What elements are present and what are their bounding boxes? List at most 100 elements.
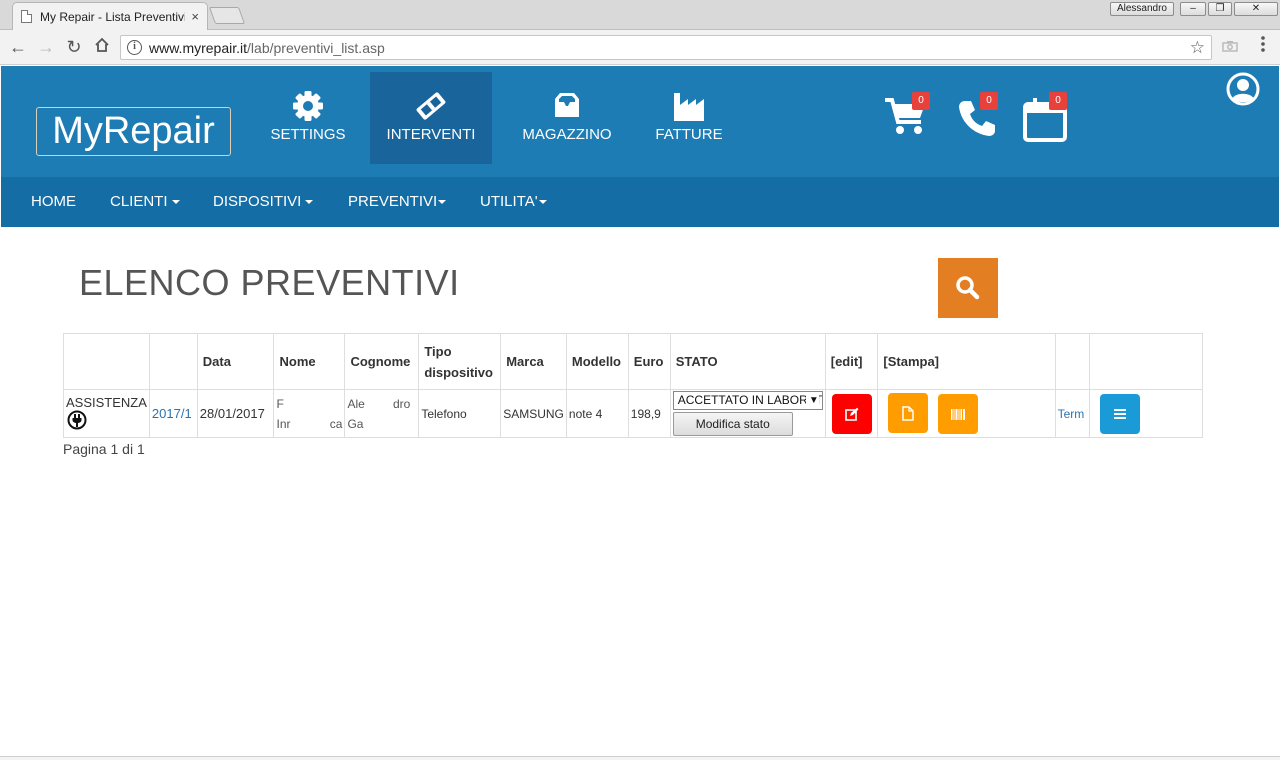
url-host: www.myrepair.it	[149, 39, 248, 56]
nome-line: ca	[329, 416, 343, 431]
nome-line: F	[276, 396, 284, 411]
factory-icon	[674, 93, 704, 121]
cognome-line: dro	[392, 396, 411, 411]
browser-bottom-edge	[0, 756, 1280, 760]
column-header-euro[interactable]: Euro	[627, 333, 671, 390]
column-header-data[interactable]: Data	[196, 333, 275, 390]
numero-cell[interactable]: 2017/1	[148, 389, 198, 438]
nav-fatture[interactable]: FATTURE	[646, 72, 732, 164]
chevron-down-icon	[305, 200, 314, 205]
window-user-badge[interactable]: Alessandro	[1109, 2, 1174, 16]
subnav-home[interactable]: HOME	[31, 177, 76, 227]
column-header-modello[interactable]: Modello	[565, 333, 629, 390]
nav-interventi-label: INTERVENTI	[386, 126, 476, 143]
plug-icon	[67, 410, 87, 430]
euro-cell: 198,9	[627, 389, 671, 438]
column-header-tipo-dispositivo[interactable]: Tipo dispositivo	[418, 333, 502, 390]
stato-select[interactable]: ACCETTATO IN LABORATORIO ▼	[672, 391, 823, 410]
nav-settings[interactable]: SETTINGS	[262, 72, 354, 164]
inbox-icon	[555, 93, 579, 117]
column-header-nome[interactable]: Nome	[273, 333, 346, 390]
column-header	[1054, 333, 1090, 390]
barcode-icon	[951, 408, 966, 420]
search-icon	[956, 276, 980, 300]
nome-cell: F Inr ca	[273, 389, 346, 438]
document-icon	[902, 405, 915, 421]
cart-button[interactable]: 0	[883, 92, 933, 144]
forward-arrow-icon[interactable]: →	[32, 37, 60, 58]
browser-tab[interactable]: My Repair - Lista Preventivi ×	[12, 2, 208, 30]
nome-line: Inr	[276, 416, 291, 431]
nav-settings-label: SETTINGS	[270, 126, 346, 143]
subnav-dispositivi-label: DISPOSITIVI	[213, 193, 302, 210]
phone-button[interactable]: 0	[957, 92, 1007, 144]
camera-icon[interactable]	[1222, 39, 1238, 55]
preventivi-table: Data Nome Cognome Tipo dispositivo Marca…	[63, 333, 1203, 438]
cognome-line: Ale	[347, 396, 365, 411]
term-link[interactable]: Term	[1058, 407, 1085, 421]
window-restore-button[interactable]: ❐	[1208, 2, 1232, 16]
print-document-button[interactable]	[888, 393, 929, 433]
user-circle-icon[interactable]	[1226, 72, 1260, 111]
modifica-stato-button[interactable]: Modifica stato	[672, 412, 793, 436]
hamburger-icon	[1113, 408, 1126, 419]
chevron-down-icon	[438, 200, 447, 205]
column-header-cognome[interactable]: Cognome	[344, 333, 420, 390]
subnav-utilita[interactable]: UTILITA'	[480, 177, 547, 227]
print-barcode-button[interactable]	[938, 394, 979, 434]
row-menu-button[interactable]	[1099, 393, 1140, 434]
nav-magazzino-label: MAGAZZINO	[522, 126, 612, 143]
cognome-line: Ga	[347, 416, 364, 431]
app-header: MyRepair SETTINGS INTERVENTI MAGAZZINO F…	[1, 66, 1279, 177]
subnav-preventivi[interactable]: PREVENTIVI	[348, 177, 447, 227]
nav-magazzino[interactable]: MAGAZZINO	[507, 72, 627, 164]
column-header	[148, 333, 198, 390]
address-bar[interactable]: i www.myrepair.it/lab/preventivi_list.as…	[120, 35, 1212, 60]
cart-badge: 0	[912, 92, 930, 110]
cognome-cell: Ale dro Ga	[344, 389, 420, 438]
subnav-clienti[interactable]: CLIENTI	[110, 177, 180, 227]
ticket-icon	[416, 92, 446, 120]
phone-badge: 0	[980, 92, 998, 110]
info-icon[interactable]: i	[127, 40, 142, 55]
window-close-button[interactable]: ✕	[1234, 2, 1278, 16]
new-tab-button[interactable]	[208, 7, 246, 24]
window-minimize-button[interactable]: –	[1180, 2, 1206, 16]
search-button[interactable]	[938, 258, 998, 318]
brand-logo[interactable]: MyRepair	[36, 107, 231, 156]
chevron-down-icon	[538, 200, 547, 205]
subnav-clienti-label: CLIENTI	[110, 193, 168, 210]
url-path: /lab/preventivi_list.asp	[247, 39, 385, 56]
bookmark-star-icon[interactable]: ☆	[1190, 38, 1205, 58]
column-header	[63, 333, 150, 390]
edit-button[interactable]	[831, 393, 872, 434]
stato-cell: ACCETTATO IN LABORATORIO ▼ Modifica stat…	[669, 389, 826, 438]
browser-menu-icon[interactable]	[1260, 35, 1266, 53]
table-header-row: Data Nome Cognome Tipo dispositivo Marca…	[63, 333, 1203, 390]
column-header-marca[interactable]: Marca	[500, 333, 567, 390]
home-icon[interactable]	[88, 37, 116, 58]
numero-link[interactable]: 2017/1	[152, 406, 192, 421]
tipo-cell: ASSISTENZA	[63, 389, 150, 438]
column-header-stato[interactable]: STATO	[669, 333, 826, 390]
page-title: ELENCO PREVENTIVI	[79, 262, 460, 303]
term-cell[interactable]: Term	[1054, 389, 1090, 438]
marca-cell: SAMSUNG	[500, 389, 567, 438]
calendar-button[interactable]: 0	[1023, 92, 1073, 144]
tipo-dispositivo-cell: Telefono	[418, 389, 502, 438]
nav-interventi[interactable]: INTERVENTI	[370, 72, 492, 164]
reload-icon[interactable]: ↻	[60, 37, 88, 58]
edit-cell	[824, 389, 879, 438]
column-header-stampa: [Stampa]	[877, 333, 1056, 390]
tab-close-icon[interactable]: ×	[191, 9, 199, 24]
subnav-dispositivi[interactable]: DISPOSITIVI	[213, 177, 314, 227]
page-icon	[21, 10, 32, 23]
tipo-label: ASSISTENZA	[66, 395, 147, 410]
stato-value: ACCETTATO IN LABORATORIO	[677, 393, 822, 407]
column-header	[1088, 333, 1203, 390]
nav-fatture-label: FATTURE	[655, 126, 723, 143]
back-arrow-icon[interactable]: ←	[4, 37, 32, 58]
gear-icon	[293, 91, 323, 121]
secondary-nav: HOME CLIENTI DISPOSITIVI PREVENTIVI UTIL…	[1, 177, 1279, 227]
calendar-badge: 0	[1049, 92, 1067, 110]
